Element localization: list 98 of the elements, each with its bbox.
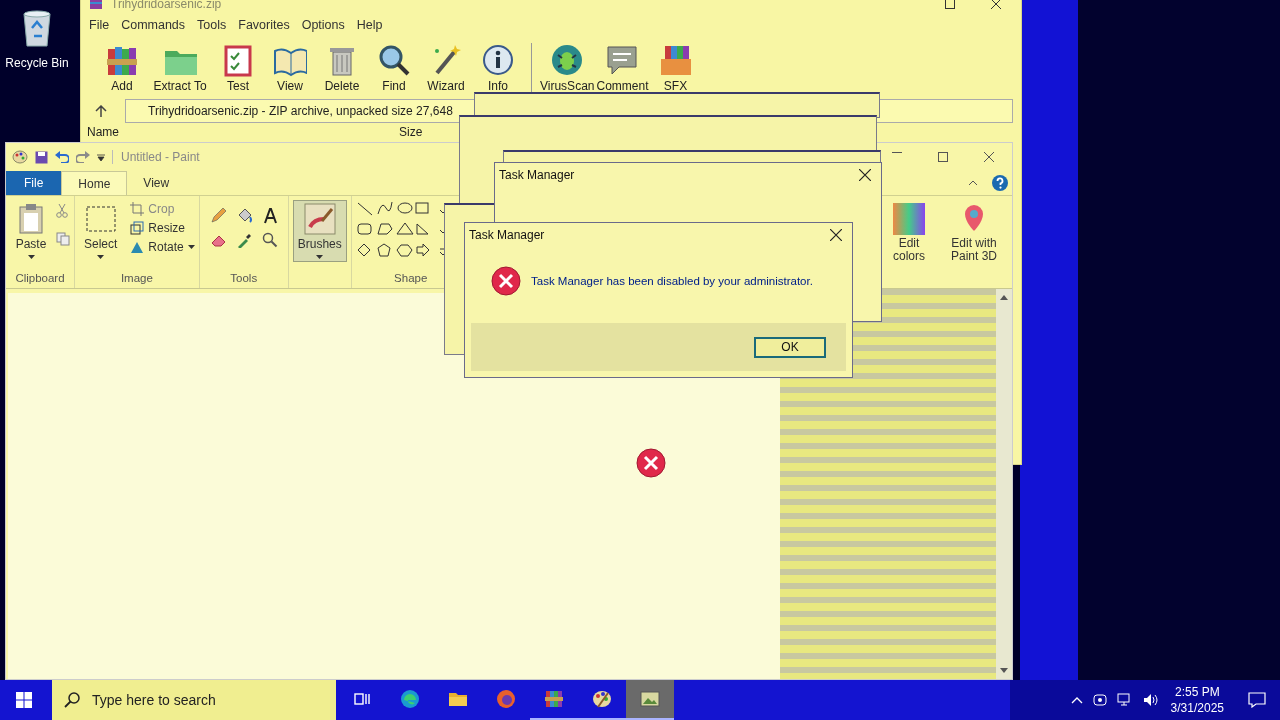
caret-icon (316, 255, 324, 259)
desktop-icon[interactable]: Recycle Bin (4, 8, 70, 70)
group-label: Clipboard (14, 272, 66, 286)
toolbar-button[interactable]: SFX (650, 43, 701, 93)
undo-icon (55, 151, 69, 163)
ribbon-button[interactable]: Brushes (292, 200, 347, 262)
scissors-icon (56, 204, 68, 218)
ribbon-button[interactable]: Edit with Paint 3D (936, 200, 1012, 266)
notification-icon (1248, 692, 1266, 708)
error-message: Task Manager has been disabled by your administrator. (531, 275, 813, 287)
column-header[interactable]: Name (87, 126, 119, 138)
close-icon (859, 169, 871, 181)
box-icon (658, 43, 693, 77)
scroll-down-icon (1000, 668, 1008, 673)
scroll-up-icon (1000, 295, 1008, 300)
edge-icon (400, 689, 420, 709)
text-icon (261, 208, 278, 224)
close-icon (830, 229, 842, 241)
toolbar-button[interactable]: Find (369, 43, 419, 93)
close-icon (991, 0, 1001, 9)
toolbar-button[interactable]: Info (473, 43, 523, 93)
toolbar-button[interactable]: Add (97, 43, 147, 93)
ribbon-tab[interactable]: View (127, 171, 186, 195)
archive-icon (89, 0, 103, 10)
ribbon-button[interactable]: Resize (130, 221, 195, 235)
dropdown-icon (97, 153, 105, 161)
search-field[interactable]: Type here to search (52, 680, 336, 720)
network-icon (1116, 693, 1133, 707)
menu-item[interactable]: File (83, 18, 116, 32)
group-label: Image (119, 272, 154, 286)
ribbon-tab[interactable]: Home (61, 171, 128, 195)
toolbar-button[interactable]: VirusScan (540, 43, 595, 93)
menu-item[interactable]: Tools (191, 18, 233, 32)
rotate-icon (130, 240, 145, 254)
close-icon (984, 152, 994, 162)
palette-icon (592, 689, 612, 709)
scrollbar[interactable] (996, 289, 1012, 679)
caret-icon (97, 255, 105, 259)
meet-icon (1092, 693, 1107, 707)
toolbar-button[interactable]: View (265, 43, 315, 93)
pencil-icon (209, 208, 226, 224)
toolbar-button[interactable]: Delete (317, 43, 367, 93)
up-arrow-icon (95, 105, 107, 117)
minimize-icon (892, 152, 902, 153)
save-icon (35, 150, 48, 164)
menu-item[interactable]: Options (295, 18, 351, 32)
speech-bubble-icon (605, 43, 640, 77)
ribbon-button[interactable]: Edit colors (882, 200, 936, 266)
ok-button[interactable]: OK (754, 336, 826, 358)
window-title: Trihydridoarsenic.zip (111, 0, 222, 11)
recycle-bin-icon (20, 8, 54, 48)
fox-browser-icon (496, 689, 516, 709)
error-icon (636, 448, 666, 478)
window-title: Untitled - Paint (112, 150, 200, 164)
group-label: Shape (393, 272, 429, 286)
color-gradient-icon (893, 203, 925, 235)
resize-icon (130, 221, 145, 235)
toolbar-button[interactable]: Wizard (421, 43, 471, 93)
toolbar-button[interactable]: Comment (596, 43, 649, 93)
clock-time[interactable]: 2:55 PM (1174, 684, 1220, 700)
crop-icon (130, 202, 145, 216)
ribbon-button[interactable]: Select (79, 200, 123, 262)
caret-icon (27, 255, 35, 259)
windows-logo-icon (16, 692, 32, 708)
chevron-up-icon (1070, 696, 1083, 704)
search-icon (377, 43, 411, 77)
menu-item[interactable]: Favorites (232, 18, 296, 32)
volume-icon (1142, 693, 1159, 707)
copy-icon (56, 232, 70, 246)
ribbon-tab[interactable]: File (6, 171, 62, 195)
group-label: Tools (229, 272, 259, 286)
selection-icon (84, 203, 117, 235)
palette-icon (12, 150, 28, 164)
ribbon-button[interactable]: Paste (10, 200, 52, 262)
menu-item[interactable]: Commands (115, 18, 192, 32)
ribbon-button[interactable]: Rotate (130, 240, 195, 254)
toolbar-button[interactable]: Extract To (149, 43, 211, 93)
redo-icon (76, 151, 90, 163)
maximize-icon (938, 152, 948, 162)
column-header[interactable]: Size (399, 126, 423, 138)
maximize-icon (945, 0, 955, 9)
search-icon (64, 692, 80, 708)
window-title: Task Manager (499, 168, 575, 182)
bug-icon (550, 43, 585, 77)
help-icon (992, 175, 1008, 191)
taskbar-app[interactable] (626, 680, 674, 720)
window-title: Task Manager (469, 228, 545, 242)
error-icon (491, 266, 521, 296)
magnifier-icon (261, 232, 278, 248)
books-icon (544, 689, 564, 709)
picture-frame-icon (640, 689, 660, 709)
collapse-icon (968, 180, 978, 186)
clock-date[interactable]: 3/31/2025 (1170, 700, 1224, 716)
brush-icon (303, 203, 336, 235)
menu-item[interactable]: Help (350, 18, 389, 32)
toolbar-button[interactable]: Test (213, 43, 263, 93)
info-icon (481, 43, 515, 77)
caret-icon (187, 245, 195, 249)
